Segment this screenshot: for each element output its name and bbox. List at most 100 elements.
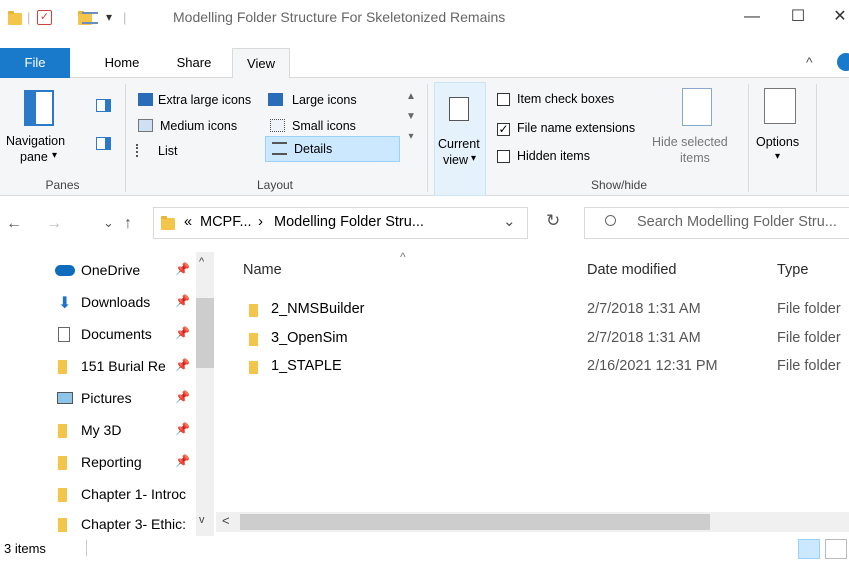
group-separator — [816, 84, 817, 192]
group-separator — [125, 84, 126, 192]
qat-dropdown-icon[interactable]: ▾ — [106, 10, 112, 24]
table-row[interactable]: 3_OpenSim 2/7/2018 1:31 AM File folder — [238, 330, 849, 352]
search-placeholder: Search Modelling Folder Stru... — [637, 214, 837, 230]
address-dropdown-button[interactable]: ⌄ — [503, 212, 516, 230]
pin-icon[interactable]: 📌 — [175, 326, 190, 340]
search-icon — [605, 215, 616, 226]
content-horizontal-scrollbar[interactable]: < — [216, 512, 849, 532]
pin-icon[interactable]: 📌 — [175, 422, 190, 436]
small-icons-option[interactable]: Small icons — [292, 119, 356, 133]
downloads-icon: ⬇ — [58, 295, 72, 312]
nav-item-downloads[interactable]: ⬇ Downloads — [55, 288, 195, 316]
up-button[interactable]: ↑ — [124, 215, 132, 233]
details-option[interactable]: Details — [265, 136, 400, 162]
file-type: File folder — [777, 358, 841, 374]
folder-icon — [249, 333, 258, 346]
nav-item-onedrive[interactable]: OneDrive — [55, 256, 195, 284]
breadcrumb-item-current[interactable]: Modelling Folder Stru... — [274, 214, 424, 230]
nav-item-my-3d[interactable]: My 3D — [55, 416, 195, 444]
back-button[interactable]: ← — [6, 215, 22, 233]
refresh-button[interactable]: ↻ — [546, 211, 560, 231]
nav-item-label: 151 Burial Re — [81, 358, 166, 374]
list-option[interactable]: List — [158, 144, 177, 158]
column-header-name[interactable]: Name — [243, 262, 282, 278]
pin-icon[interactable]: 📌 — [175, 262, 190, 276]
scroll-up-icon[interactable]: ^ — [199, 256, 204, 268]
nav-item-documents[interactable]: Documents — [55, 320, 195, 348]
layout-group-label: Layout — [256, 178, 294, 192]
recent-locations-button[interactable]: ⌄ — [103, 215, 114, 231]
pin-icon[interactable]: 📌 — [175, 454, 190, 468]
large-icons-view-icon[interactable] — [825, 539, 847, 559]
scroll-left-icon[interactable]: < — [222, 513, 230, 528]
table-row[interactable]: 2_NMSBuilder 2/7/2018 1:31 AM File folde… — [238, 301, 849, 323]
folder-icon — [161, 216, 175, 230]
hidden-items-label[interactable]: Hidden items — [517, 149, 590, 163]
help-icon[interactable] — [837, 53, 849, 71]
minimize-button[interactable]: — — [738, 4, 766, 30]
details-view-icon[interactable] — [798, 539, 820, 559]
layout-scroll[interactable]: ▲ ▼ ▾ — [402, 90, 420, 162]
details-pane-icon[interactable] — [96, 137, 111, 150]
large-icons-option[interactable]: Large icons — [292, 93, 357, 107]
hide-selected-items-button[interactable]: Hide selected — [652, 135, 728, 149]
breadcrumb-item-mcpf[interactable]: MCPF... — [200, 214, 252, 230]
nav-item-151-burial[interactable]: 151 Burial Re — [55, 352, 195, 380]
address-bar[interactable]: « MCPF... › Modelling Folder Stru... ⌄ — [153, 207, 528, 239]
maximize-button[interactable]: ☐ — [784, 4, 812, 30]
content-scroll-thumb[interactable] — [240, 514, 710, 530]
close-button[interactable]: ✕ — [826, 4, 849, 30]
medium-icons-icon — [138, 119, 153, 132]
hidden-items-checkbox[interactable] — [497, 150, 510, 163]
column-header-type[interactable]: Type — [777, 262, 808, 278]
table-row[interactable]: 1_STAPLE 2/16/2021 12:31 PM File folder — [238, 358, 849, 380]
options-button[interactable]: Options — [756, 135, 799, 149]
folder-icon — [249, 361, 258, 374]
scroll-down-icon[interactable]: v — [199, 514, 205, 526]
current-view-button[interactable]: Current view ▾ — [434, 82, 486, 196]
preview-pane-icon[interactable] — [96, 99, 111, 112]
nav-pane-scroll-thumb[interactable] — [196, 298, 214, 368]
breadcrumb-overflow[interactable]: « — [184, 214, 192, 230]
customize-qat-icon[interactable] — [82, 12, 98, 24]
nav-item-pictures[interactable]: Pictures — [55, 384, 195, 412]
folder-icon[interactable] — [8, 11, 22, 25]
current-view-label: Current — [438, 137, 480, 151]
folder-icon — [58, 424, 67, 438]
folder-icon — [58, 456, 67, 470]
current-view-label-2: view — [443, 153, 469, 167]
pictures-icon — [57, 392, 73, 404]
pin-icon[interactable]: 📌 — [175, 358, 190, 372]
file-name-extensions-checkbox[interactable]: ✓ — [497, 123, 510, 136]
extra-large-icons-option[interactable]: Extra large icons — [158, 93, 251, 107]
nav-pane-scrollbar[interactable]: ^ v — [196, 252, 214, 536]
pin-icon[interactable]: 📌 — [175, 294, 190, 308]
tab-share[interactable]: Share — [164, 48, 224, 78]
folder-icon — [58, 360, 67, 374]
nav-item-chapter-3[interactable]: Chapter 3- Ethic: — [55, 510, 195, 538]
pin-icon[interactable]: 📌 — [175, 390, 190, 404]
ribbon: Navigation pane ▾ Panes Extra large icon… — [0, 78, 849, 196]
properties-icon[interactable]: ✓ — [37, 10, 52, 25]
collapse-ribbon-icon[interactable]: ^ — [806, 54, 813, 70]
chevron-down-icon: ▾ — [52, 150, 58, 161]
tab-home[interactable]: Home — [92, 48, 152, 78]
nav-item-reporting[interactable]: Reporting — [55, 448, 195, 476]
tab-view[interactable]: View — [232, 48, 290, 79]
window-title: Modelling Folder Structure For Skeletoni… — [173, 9, 506, 25]
file-name-extensions-label[interactable]: File name extensions — [517, 121, 635, 135]
medium-icons-option[interactable]: Medium icons — [160, 119, 237, 133]
tab-file[interactable]: File — [0, 48, 70, 78]
item-check-boxes-checkbox[interactable] — [497, 93, 510, 106]
search-input[interactable]: Search Modelling Folder Stru... — [584, 207, 849, 239]
list-icon — [136, 144, 151, 157]
item-check-boxes-label[interactable]: Item check boxes — [517, 92, 614, 106]
file-name: 2_NMSBuilder — [271, 301, 365, 317]
column-header-date-modified[interactable]: Date modified — [587, 262, 676, 278]
forward-button[interactable]: → — [46, 215, 62, 233]
navigation-pane-button[interactable]: Navigation — [6, 134, 65, 148]
onedrive-icon — [55, 265, 75, 276]
breadcrumb-separator[interactable]: › — [258, 213, 263, 230]
nav-item-label: Chapter 3- Ethic: — [81, 516, 187, 532]
nav-item-chapter-1[interactable]: Chapter 1- Introc — [55, 480, 195, 508]
